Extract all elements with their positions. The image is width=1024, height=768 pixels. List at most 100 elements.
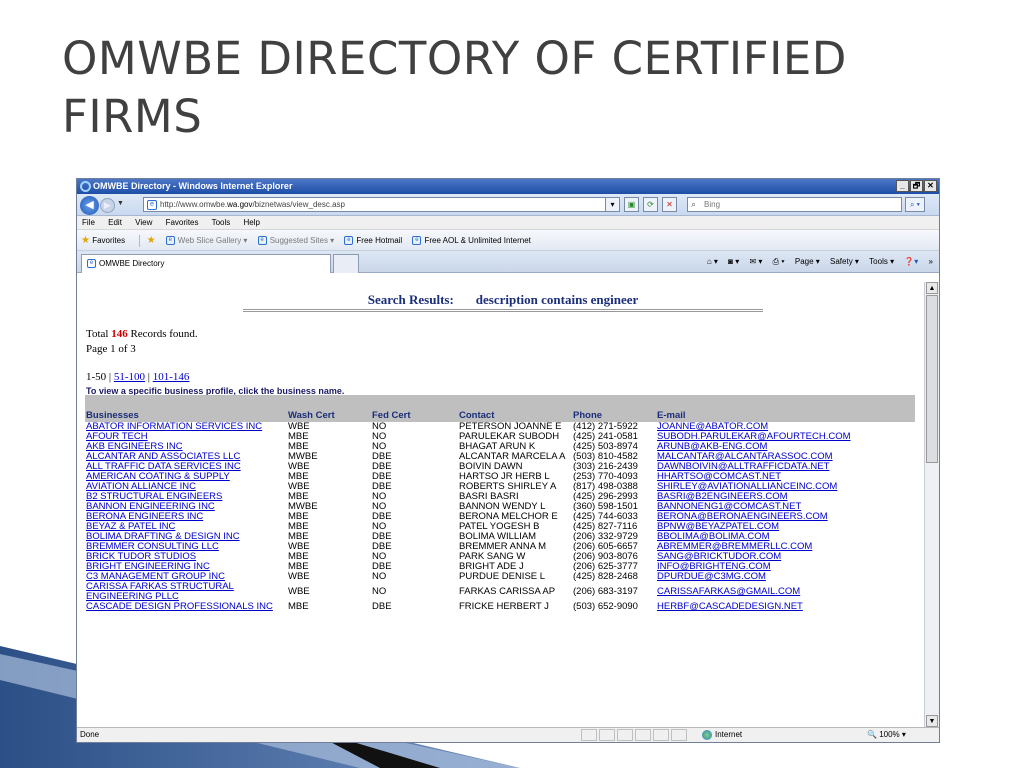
compat-view-icon[interactable]: ▣ xyxy=(624,197,639,212)
table-header-row: Businesses Wash Cert Fed Cert Contact Ph… xyxy=(85,395,915,422)
search-icon: ⌕ xyxy=(691,199,697,209)
menu-tools[interactable]: Tools xyxy=(212,218,231,227)
tools-menu[interactable]: Tools ▾ xyxy=(869,257,894,266)
col-fed-cert: Fed Cert xyxy=(371,395,458,422)
menu-favorites[interactable]: Favorites xyxy=(166,218,199,227)
tab-omwbe-directory[interactable]: e OMWBE Directory xyxy=(81,254,331,273)
stop-icon[interactable]: ✕ xyxy=(662,197,677,212)
star-icon: ★ xyxy=(81,235,90,246)
divider xyxy=(139,234,141,247)
browser-window: OMWBE Directory - Windows Internet Explo… xyxy=(76,178,940,743)
email-link[interactable]: CARISSAFARKAS@GMAIL.COM xyxy=(656,582,915,602)
globe-icon xyxy=(702,729,712,740)
menu-edit[interactable]: Edit xyxy=(108,218,122,227)
ie-logo-icon xyxy=(80,181,91,192)
hotmail-label: Free Hotmail xyxy=(356,236,403,245)
free-aol-link[interactable]: e Free AOL & Unlimited Internet xyxy=(412,230,531,251)
pager-link-51-100[interactable]: 51-100 xyxy=(114,371,145,383)
status-text: Done xyxy=(80,730,100,739)
table-row: CARISSA FARKAS STRUCTURAL ENGINEERING PL… xyxy=(85,582,915,602)
page-menu[interactable]: Page ▾ xyxy=(795,257,820,266)
command-bar: ⌂ ▾ ◙ ▾ ✉ ▾ ⎙ ▾ Page ▾ Safety ▾ Tools ▾ … xyxy=(699,255,933,269)
add-favorite-icon[interactable]: ★ xyxy=(147,230,156,251)
security-zone: Internet xyxy=(702,728,742,742)
heading-query: description contains engineer xyxy=(475,292,639,307)
web-slice-gallery-link[interactable]: e Web Slice Gallery ▾ xyxy=(165,230,247,251)
safety-menu[interactable]: Safety ▾ xyxy=(830,257,859,266)
search-button[interactable]: ⌕ ▾ xyxy=(905,197,925,212)
maximize-button[interactable]: 🗗 xyxy=(910,180,923,192)
phone-cell: (503) 652-9090 xyxy=(573,601,638,612)
url-input[interactable]: e http://www.omwbe.wa.gov/biznetwas/view… xyxy=(143,197,613,212)
ie-page-icon: e xyxy=(412,236,422,246)
slide-title: OMWBE DIRECTORY OF CERTIFIED FIRMS xyxy=(62,32,847,143)
more-chevron-icon[interactable]: » xyxy=(929,257,933,266)
print-icon[interactable]: ⎙ ▾ xyxy=(773,257,785,266)
scroll-up-icon[interactable]: ▲ xyxy=(926,282,938,294)
history-dropdown-icon[interactable]: ▼ xyxy=(117,200,124,207)
results-table: Businesses Wash Cert Fed Cert Contact Ph… xyxy=(85,395,915,612)
col-businesses: Businesses xyxy=(85,395,287,422)
menu-bar: File Edit View Favorites Tools Help xyxy=(77,216,939,230)
pagination: 1-50 | 51-100 | 101-146 xyxy=(86,371,189,383)
page-info: Page 1 of 3 xyxy=(86,343,136,355)
window-controls: _ 🗗 ✕ xyxy=(896,180,937,192)
total-prefix: Total xyxy=(86,328,112,340)
heading-label: Search Results: xyxy=(367,292,454,307)
menu-help[interactable]: Help xyxy=(244,218,260,227)
email-link[interactable]: DPURDUE@C3MG.COM xyxy=(656,572,915,582)
ie-page-icon: e xyxy=(257,236,267,246)
col-contact: Contact xyxy=(458,395,572,422)
search-input[interactable]: ⌕ Bing xyxy=(687,197,902,212)
back-arrow-icon[interactable]: ◀ xyxy=(80,196,99,215)
window-titlebar: OMWBE Directory - Windows Internet Explo… xyxy=(77,179,939,194)
home-icon[interactable]: ⌂ ▾ xyxy=(707,257,718,266)
url-suffix: /biznetwas/view_desc.asp xyxy=(252,200,346,209)
fed-cert-cell: DBE xyxy=(372,601,392,612)
zoom-label: 100% ▾ xyxy=(879,730,906,739)
scroll-thumb[interactable] xyxy=(926,295,938,463)
ie-page-icon: e xyxy=(165,236,175,246)
feeds-icon[interactable]: ◙ ▾ xyxy=(728,257,739,266)
forward-arrow-icon[interactable]: ▶ xyxy=(100,198,115,213)
ie-page-icon: e xyxy=(344,236,354,246)
minimize-button[interactable]: _ xyxy=(896,180,909,192)
menu-file[interactable]: File xyxy=(82,218,95,227)
col-wash-cert: Wash Cert xyxy=(287,395,371,422)
url-prefix: http://www.omwbe. xyxy=(160,200,228,209)
email-link[interactable]: HERBF@CASCADEDESIGN.NET xyxy=(656,602,915,612)
phone-cell: (206) 683-3197 xyxy=(573,586,638,597)
new-tab-button[interactable] xyxy=(333,254,359,273)
refresh-icon[interactable]: ⟳ xyxy=(643,197,658,212)
mail-icon[interactable]: ✉ ▾ xyxy=(749,257,762,266)
contact-cell: PURDUE DENISE L xyxy=(459,571,546,582)
help-icon[interactable]: ❓▾ xyxy=(904,257,918,266)
scroll-down-icon[interactable]: ▼ xyxy=(926,715,938,727)
favorites-button[interactable]: ★ Favorites xyxy=(81,230,125,251)
total-suffix: Records found. xyxy=(127,328,198,340)
search-placeholder: Bing xyxy=(704,200,721,209)
close-button[interactable]: ✕ xyxy=(924,180,937,192)
suggested-sites-link[interactable]: e Suggested Sites ▾ xyxy=(257,230,335,251)
favorites-label: Favorites xyxy=(92,236,126,245)
contact-cell: FRICKE HERBERT J xyxy=(459,601,549,612)
free-hotmail-link[interactable]: e Free Hotmail xyxy=(344,230,402,251)
pager-link-101-146[interactable]: 101-146 xyxy=(153,371,190,383)
results-body: ABATOR INFORMATION SERVICES INC WBE NO PETE… xyxy=(85,422,915,612)
menu-view[interactable]: View xyxy=(135,218,152,227)
phone-cell: (425) 828-2468 xyxy=(573,571,638,582)
suggested-label: Suggested Sites ▾ xyxy=(269,236,335,245)
total-records: Total 146 Records found. xyxy=(86,328,198,340)
vertical-scrollbar[interactable]: ▲ ▼ xyxy=(924,282,939,727)
zoom-level[interactable]: 🔍 100% ▾ xyxy=(867,728,906,742)
business-name-link[interactable]: CARISSA FARKAS STRUCTURAL ENGINEERING PL… xyxy=(85,582,287,602)
pager-current: 1-50 xyxy=(86,371,107,383)
url-domain: wa.gov xyxy=(227,200,253,209)
business-name-link[interactable]: CASCADE DESIGN PROFESSIONALS INC xyxy=(85,602,287,612)
tab-label: OMWBE Directory xyxy=(99,259,165,268)
ie-page-icon: e xyxy=(87,259,96,269)
url-dropdown-icon[interactable]: ▾ xyxy=(605,197,620,212)
wash-cert-cell: WBE xyxy=(288,586,310,597)
status-cells xyxy=(581,729,687,741)
pager-separator: | xyxy=(145,371,153,383)
